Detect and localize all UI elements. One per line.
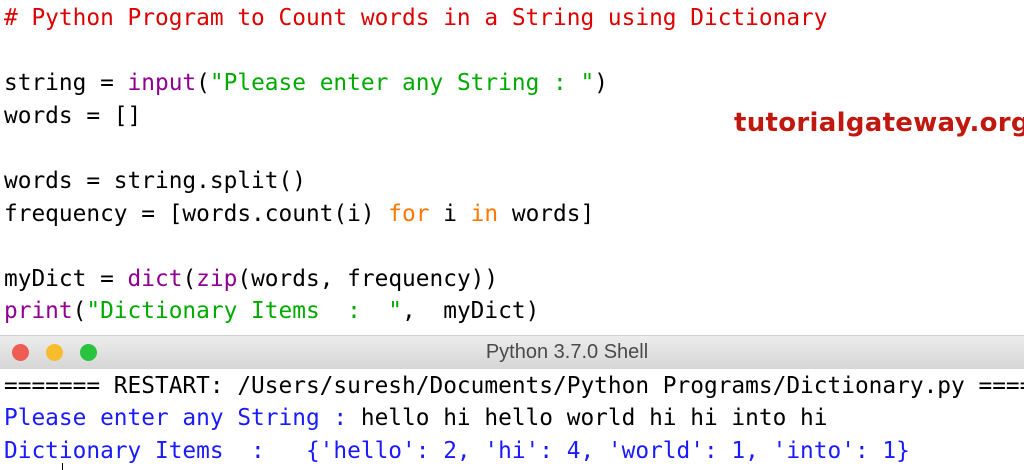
token-plain: ( <box>196 70 210 97</box>
token-plain: ======= RESTART: /Users/suresh/Documents… <box>4 373 1024 399</box>
token-plain: words] <box>498 200 595 227</box>
token-builtin: print <box>4 298 73 325</box>
shell-output[interactable]: ======= RESTART: /Users/suresh/Documents… <box>0 369 1024 470</box>
token-plain: ( <box>72 298 87 325</box>
token-builtin: zip <box>196 265 238 292</box>
token-comment: # Python Program to Count words in a Str… <box>4 5 828 31</box>
window-title: Python 3.7.0 Shell <box>485 341 649 363</box>
token-plain: ) <box>594 70 608 97</box>
token-plain: i <box>429 200 471 227</box>
code-line: words = string.split() <box>4 166 306 196</box>
shell-line: Dictionary Items : {'hello': 2, 'hi': 4,… <box>4 436 910 466</box>
token-plain: words = string.split() <box>4 168 306 194</box>
code-line: frequency = [words.count(i) for i in wor… <box>4 199 594 229</box>
code-line: string = input("Please enter any String … <box>4 68 608 98</box>
token-plain: ( <box>182 265 197 292</box>
token-keyword: for <box>388 200 430 227</box>
token-builtin: dict <box>127 265 183 292</box>
token-string: "Please enter any String : " <box>209 70 595 97</box>
code-line: words = [] <box>4 101 141 131</box>
code-line: print("Dictionary Items : ", myDict) <box>4 296 539 326</box>
token-plain: hello hi hello world hi hi into hi <box>360 405 828 432</box>
token-keyword: in <box>470 200 499 227</box>
shell-titlebar: Python 3.7.0 Shell <box>0 335 1024 370</box>
shell-line: Please enter any String : hello hi hello… <box>4 403 828 433</box>
token-builtin: input <box>127 70 197 97</box>
token-out: Please enter any String : <box>4 405 361 432</box>
code-line: myDict = dict(zip(words, frequency)) <box>4 264 498 294</box>
token-plain: , myDict) <box>402 298 540 325</box>
code-line: # Python Program to Count words in a Str… <box>4 3 828 33</box>
shell-line: ======= RESTART: /Users/suresh/Documents… <box>4 371 1024 401</box>
token-plain: frequency = [words.count(i) <box>4 200 389 227</box>
token-plain: myDict = <box>4 265 128 292</box>
token-plain: (words, frequency)) <box>237 265 499 292</box>
token-out: Dictionary Items : {'hello': 2, 'hi': 4,… <box>4 437 910 464</box>
token-plain: words = [] <box>4 102 142 129</box>
text-cursor <box>62 463 63 470</box>
token-string: "Dictionary Items : " <box>86 298 403 325</box>
token-plain: string = <box>4 70 128 97</box>
code-editor[interactable]: # Python Program to Count words in a Str… <box>0 0 1024 335</box>
watermark-logo: tutorialgateway.org <box>734 108 1024 138</box>
